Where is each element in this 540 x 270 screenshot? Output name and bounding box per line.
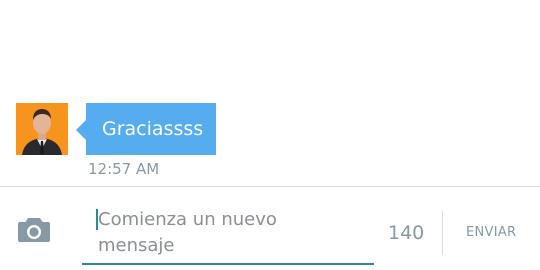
message-list: Graciassss 12:57 AM xyxy=(0,0,540,186)
message-input[interactable]: Comienza un nuevo mensaje xyxy=(82,203,374,265)
message-composer: Comienza un nuevo mensaje 140 ENVIAR xyxy=(0,187,540,270)
character-counter: 140 xyxy=(388,222,425,244)
message-bubble[interactable]: Graciassss xyxy=(86,103,216,155)
avatar-photo xyxy=(16,103,68,155)
send-separator xyxy=(442,211,443,255)
message-input-placeholder: Comienza un nuevo mensaje xyxy=(98,209,277,256)
message-text: Graciassss xyxy=(102,118,204,140)
camera-button[interactable] xyxy=(14,211,54,247)
message-bubble-tail xyxy=(76,120,86,140)
send-button[interactable]: ENVIAR xyxy=(466,225,516,240)
message-timestamp: 12:57 AM xyxy=(88,160,160,178)
camera-icon xyxy=(18,218,50,242)
avatar[interactable] xyxy=(16,103,68,155)
